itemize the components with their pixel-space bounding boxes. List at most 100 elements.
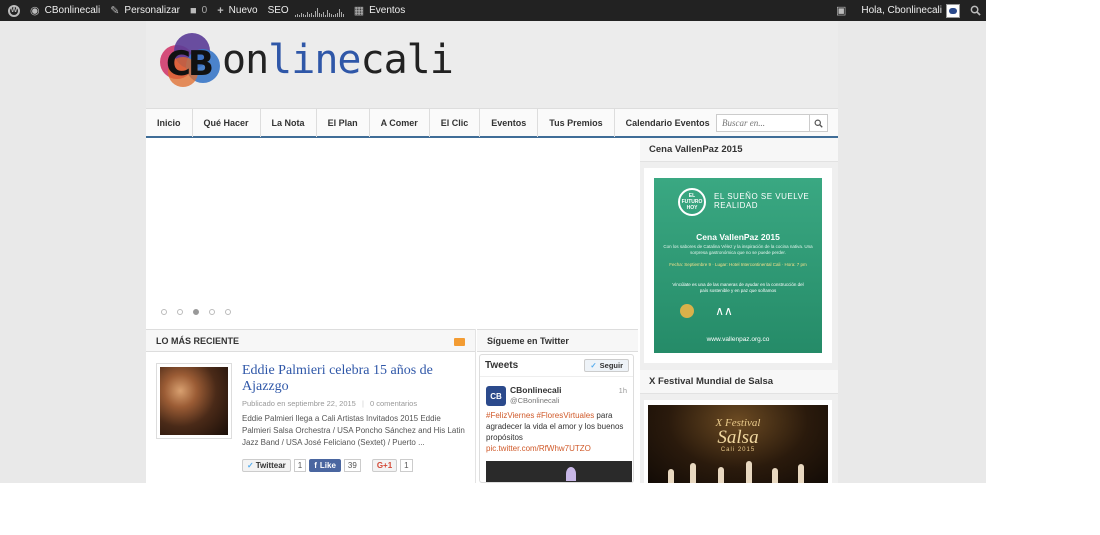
banner-title: Cena VallenPaz 2015 <box>696 232 780 242</box>
nav-item-inicio[interactable]: Inicio <box>146 108 193 137</box>
timeline-title: Tweets <box>485 360 519 371</box>
nav-item-el-clic[interactable]: El Clic <box>430 108 481 137</box>
new-label: Nuevo <box>228 5 258 16</box>
wordpress-menu[interactable]: W <box>0 0 25 21</box>
site-search <box>716 114 828 132</box>
nav-item-el-plan[interactable]: El Plan <box>317 108 370 137</box>
tweet-author-handle[interactable]: @CBonlinecali <box>510 396 559 405</box>
site-name-link[interactable]: ◉ CBonlinecali <box>25 0 105 21</box>
like-count: 39 <box>343 459 361 472</box>
new-content-link[interactable]: + Nuevo <box>212 0 262 21</box>
like-label: Like <box>319 461 336 470</box>
slider-dot[interactable] <box>161 309 167 315</box>
twitter-section: Sígueme en Twitter Tweets ✓ Seguir CB CBo… <box>477 329 638 483</box>
tweet-author-name[interactable]: CBonlinecali <box>510 385 561 395</box>
site-logo[interactable]: CB onlinecali <box>158 27 454 93</box>
banner-note: Vincúlate es una de las maneras de ayuda… <box>672 282 804 293</box>
facebook-like-button[interactable]: f Like <box>309 459 341 472</box>
nav-item-tus-premios[interactable]: Tus Premios <box>538 108 615 137</box>
gplus-button[interactable]: G+1 <box>371 459 398 472</box>
banner-subtitle: Con los sabores de Catalina Vélez y la i… <box>663 244 813 255</box>
festival-line2: Salsa <box>717 427 759 448</box>
recent-posts-heading: LO MÁS RECIENTE <box>146 329 475 352</box>
twitter-heading: Sígueme en Twitter <box>477 329 638 352</box>
nav-item-a-comer[interactable]: A Comer <box>370 108 430 137</box>
brush-icon: ✎ <box>110 5 120 17</box>
events-menu[interactable]: ▦ Eventos <box>349 0 411 21</box>
customize-label: Personalizar <box>124 5 181 16</box>
admin-bar: W ◉ CBonlinecali ✎ Personalizar ■ 0 + Nu… <box>0 0 986 21</box>
banner-details: Fecha: Septiembre 9 · Lugar: Hotel Inter… <box>669 262 807 267</box>
follow-button[interactable]: ✓ Seguir <box>584 359 629 372</box>
post-thumbnail[interactable] <box>156 363 232 439</box>
widget-title-salsa: X Festival Mundial de Salsa <box>640 370 838 394</box>
search-input[interactable] <box>717 115 809 131</box>
tweet-button[interactable]: ✓ Twittear <box>242 459 291 472</box>
meta-separator: | <box>361 399 364 408</box>
tweet-label: Twittear <box>255 461 286 470</box>
nav-item-calendario-eventos[interactable]: Calendario Eventos <box>615 109 721 137</box>
nav-item-eventos[interactable]: Eventos <box>480 108 539 137</box>
timeline-header: Tweets ✓ Seguir <box>480 355 633 377</box>
notifications-link[interactable]: ▣ <box>831 0 856 21</box>
search-submit-button[interactable] <box>809 115 827 131</box>
slider-dot[interactable] <box>177 309 183 315</box>
gplus-label: G+1 <box>376 461 393 470</box>
comments-link[interactable]: ■ 0 <box>185 0 212 21</box>
events-label: Eventos <box>369 5 406 16</box>
facebook-icon: f <box>314 461 317 470</box>
slider-dot-active[interactable] <box>193 309 199 315</box>
post-meta: Publicado en septiembre 22, 2015 | 0 com… <box>242 399 417 408</box>
tweet-avatar[interactable]: CB <box>486 386 506 406</box>
rss-icon[interactable] <box>454 338 465 346</box>
post-comments-link[interactable]: 0 comentarios <box>370 399 417 408</box>
slider-dot[interactable] <box>225 309 231 315</box>
seo-label: SEO <box>267 5 289 16</box>
post-date: Publicado en septiembre 22, 2015 <box>242 399 356 408</box>
post-title-link[interactable]: Eddie Palmieri celebra 15 años de Ajazzg… <box>242 363 462 395</box>
twitter-bird-icon: ✓ <box>590 361 597 370</box>
vallenpaz-banner[interactable]: EL FUTURO HOY EL SUEÑO SE VUELVE REALIDA… <box>644 168 832 363</box>
twitter-heading-label: Sígueme en Twitter <box>487 335 569 346</box>
customize-link[interactable]: ✎ Personalizar <box>105 0 185 21</box>
logo-mark-icon: CB <box>158 31 224 89</box>
banner-slogan: EL SUEÑO SE VUELVE REALIDAD <box>714 192 810 210</box>
slider-pagination <box>161 309 231 315</box>
nav-item-que-hacer[interactable]: Qué Hacer <box>193 108 261 137</box>
featured-slider <box>146 138 638 328</box>
nav-item-la-nota[interactable]: La Nota <box>261 108 317 137</box>
search-icon <box>970 5 981 16</box>
share-buttons: ✓ Twittear 1 f Like 39 G+1 1 <box>242 459 413 472</box>
tweet-media[interactable] <box>486 461 632 482</box>
festival-line3: Cali 2015 <box>720 447 756 453</box>
dashboard-icon: ◉ <box>30 5 40 17</box>
traffic-graph-icon <box>294 5 344 17</box>
logo-word-line: line <box>268 37 361 83</box>
logo-word-cali: cali <box>360 37 454 83</box>
comments-count: 0 <box>201 5 208 16</box>
slider-dot[interactable] <box>209 309 215 315</box>
seo-menu[interactable]: SEO <box>263 0 349 21</box>
tweet-pic-link[interactable]: pic.twitter.com/RfWhw7UTZO <box>486 444 591 453</box>
logo-wordmark: onlinecali <box>222 37 454 83</box>
comment-icon: ■ <box>190 4 197 17</box>
admin-search-button[interactable] <box>965 0 986 21</box>
wordpress-logo-icon: W <box>8 4 20 17</box>
tweet-time[interactable]: 1h <box>619 386 627 395</box>
browser-viewport: W ◉ CBonlinecali ✎ Personalizar ■ 0 + Nu… <box>0 0 986 483</box>
site-name-label: CBonlinecali <box>44 5 101 16</box>
salsa-festival-banner[interactable]: X Festival Salsa Cali 2015 <box>644 400 832 483</box>
recent-heading-label: LO MÁS RECIENTE <box>156 335 240 346</box>
site-header: CB onlinecali <box>146 21 838 108</box>
my-account-menu[interactable]: Hola, Cbonlinecali <box>856 0 965 21</box>
notification-icon: ▣ <box>835 5 847 17</box>
logo-word-on: on <box>222 37 269 83</box>
mountain-logo-icon: ∧∧ <box>715 304 733 318</box>
gplus-count: 1 <box>400 459 413 472</box>
search-icon <box>814 119 823 128</box>
dancers-image <box>648 459 828 483</box>
widget-title-vallenpaz: Cena VallenPaz 2015 <box>640 138 838 162</box>
main-navigation: Inicio Qué Hacer La Nota El Plan A Comer… <box>146 108 838 138</box>
banner-url: www.vallenpaz.org.co <box>706 336 770 343</box>
tweet-hashtags[interactable]: #FelizViernes #FloresVirtuales <box>486 411 594 420</box>
